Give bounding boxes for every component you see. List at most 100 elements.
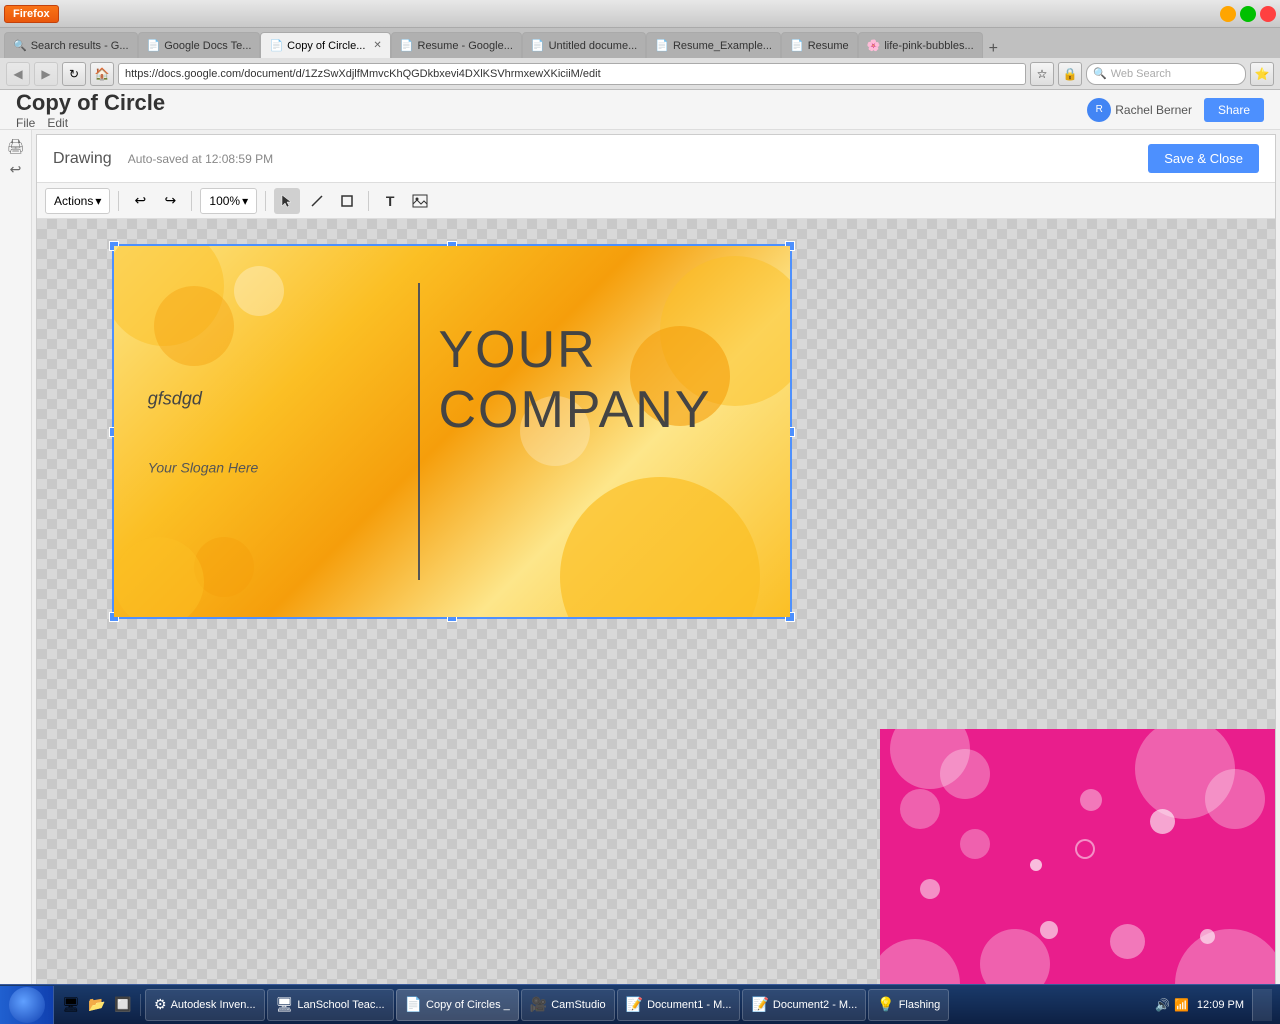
drawing-title: Drawing [53, 150, 112, 168]
line-tool-button[interactable] [304, 188, 330, 214]
tab-google-docs[interactable]: 📄 Google Docs Te... [138, 32, 261, 58]
shape-tool-button[interactable] [334, 188, 360, 214]
tab-label: Resume [808, 40, 849, 52]
toolbar-sep3 [265, 191, 266, 211]
taskbar-label-flashing: Flashing [899, 999, 941, 1011]
nav-icon2[interactable]: ⭐ [1250, 62, 1274, 86]
print-icon[interactable]: 🖨 [7, 138, 25, 155]
undo-button[interactable]: ↩ [127, 188, 153, 214]
your-text: YOUR [438, 320, 711, 380]
tab-favicon: 🔍 [13, 39, 27, 52]
tab-pink-bubbles[interactable]: 🌸 life-pink-bubbles... [858, 32, 983, 58]
tab-label: life-pink-bubbles... [884, 40, 973, 52]
show-desktop-button[interactable] [1252, 989, 1272, 1021]
maximize-button[interactable] [1240, 6, 1256, 22]
menu-edit[interactable]: Edit [47, 116, 68, 130]
quicklaunch-3[interactable]: 🔲 [112, 994, 134, 1016]
new-tab-button[interactable]: + [983, 40, 1004, 58]
search-icon: 🔍 [1093, 67, 1107, 80]
minimize-button[interactable] [1220, 6, 1236, 22]
tab-label: Search results - G... [31, 40, 129, 52]
redo-button[interactable]: ↪ [157, 188, 183, 214]
tab-untitled[interactable]: 📄 Untitled docume... [522, 32, 646, 58]
toolbar-sep4 [368, 191, 369, 211]
bookmark-button[interactable]: ☆ [1030, 62, 1054, 86]
tab-favicon: 🌸 [867, 39, 881, 52]
document-menu: File Edit [16, 116, 165, 130]
refresh-button[interactable]: ↻ [62, 62, 86, 86]
pink-bubble-2 [940, 749, 990, 799]
taskbar-item-circles[interactable]: 📄 Copy of Circles _ [396, 989, 519, 1021]
tab-label: Untitled docume... [549, 40, 638, 52]
business-card-left: gfsdgd Your Slogan Here [148, 388, 259, 475]
select-tool-button[interactable] [274, 188, 300, 214]
tab-resume-example[interactable]: 📄 Resume_Example... [646, 32, 781, 58]
pink-bubble-5 [1205, 769, 1265, 829]
tab-favicon: 📄 [269, 39, 283, 52]
home-button[interactable]: 🏠 [90, 62, 114, 86]
image-icon [412, 194, 428, 208]
zoom-button[interactable]: 100% ▾ [200, 188, 257, 214]
line-icon [310, 194, 324, 208]
taskbar-item-lanschool[interactable]: 🖥 LanSchool Teac... [267, 989, 394, 1021]
tab-resume[interactable]: 📄 Resume - Google... [391, 32, 522, 58]
taskbar-icon-lanschool: 🖥 [276, 996, 294, 1013]
taskbar-icon-circles: 📄 [405, 996, 422, 1013]
image-tool-button[interactable] [407, 188, 433, 214]
taskbar-icon-autodesk: ⚙ [154, 996, 167, 1013]
share-button[interactable]: Share [1204, 98, 1264, 122]
start-orb [9, 987, 45, 1023]
taskbar-label-camstudio: CamStudio [551, 999, 605, 1011]
cursor-icon [280, 194, 294, 208]
undo-doc-icon[interactable]: ↩ [10, 161, 22, 178]
user-name: Rachel Berner [1115, 103, 1192, 117]
avatar: R [1087, 98, 1111, 122]
url-bar[interactable]: https://docs.google.com/document/d/1ZzSw… [118, 63, 1026, 85]
clock-time: 12:09 PM [1197, 999, 1244, 1011]
taskbar-item-autodesk[interactable]: ⚙ Autodesk Inven... [145, 989, 265, 1021]
tab-search-results[interactable]: 🔍 Search results - G... [4, 32, 138, 58]
start-button[interactable] [0, 986, 54, 1024]
forward-button[interactable]: ▶ [34, 62, 58, 86]
text-tool-button[interactable]: T [377, 188, 403, 214]
firefox-button[interactable]: Firefox [4, 5, 59, 23]
close-button[interactable] [1260, 6, 1276, 22]
tab-close-icon[interactable]: ✕ [373, 40, 381, 51]
quicklaunch-2[interactable]: 📂 [86, 994, 108, 1016]
tray-icon-2[interactable]: 📶 [1174, 998, 1189, 1012]
left-toolbar: 🖨 ↩ ▲ [0, 130, 32, 1024]
taskbar-item-camstudio[interactable]: 🎥 CamStudio [521, 989, 615, 1021]
title-bar: Firefox [0, 0, 1280, 28]
pink-bubble-6 [960, 829, 990, 859]
search-bar[interactable]: 🔍 Web Search [1086, 63, 1246, 85]
taskbar-item-doc1[interactable]: 📝 Document1 - M... [617, 989, 741, 1021]
taskbar-item-doc2[interactable]: 📝 Document2 - M... [742, 989, 866, 1021]
save-close-button[interactable]: Save & Close [1148, 144, 1259, 173]
taskbar-label-doc2: Document2 - M... [773, 999, 857, 1011]
tab-copy-of-circle[interactable]: 📄 Copy of Circle... ✕ [260, 32, 390, 58]
url-text: https://docs.google.com/document/d/1ZzSw… [125, 68, 601, 80]
tray-icon-1[interactable]: 🔊 [1155, 998, 1170, 1012]
tab-label: Resume - Google... [418, 40, 513, 52]
bubble-7 [114, 537, 204, 617]
quicklaunch-1[interactable]: 🖥 [60, 994, 82, 1016]
taskbar-icon-camstudio: 🎥 [530, 996, 547, 1013]
business-card-divider [418, 283, 420, 580]
drawing-canvas[interactable]: gfsdgd Your Slogan Here YOUR COMPANY [37, 219, 1275, 1019]
company-name-text: COMPANY [438, 380, 711, 440]
drawing-header: Drawing Auto-saved at 12:08:59 PM Save &… [37, 135, 1275, 183]
back-button[interactable]: ◀ [6, 62, 30, 86]
taskbar-label-circles: Copy of Circles _ [426, 999, 510, 1011]
actions-button[interactable]: Actions ▾ [45, 188, 110, 214]
info-bar: Copy of Circle File Edit R Rachel Berner… [0, 90, 1280, 130]
business-card-image: gfsdgd Your Slogan Here YOUR COMPANY [114, 246, 790, 617]
nav-icon1[interactable]: 🔒 [1058, 62, 1082, 86]
taskbar-icon-doc2: 📝 [751, 996, 768, 1013]
company-text: gfsdgd [148, 388, 259, 409]
taskbar-item-flashing[interactable]: 💡 Flashing [868, 989, 949, 1021]
tab-resume2[interactable]: 📄 Resume [781, 32, 858, 58]
tab-label: Resume_Example... [673, 40, 772, 52]
selected-image[interactable]: gfsdgd Your Slogan Here YOUR COMPANY [112, 244, 792, 619]
search-placeholder: Web Search [1111, 68, 1171, 80]
menu-file[interactable]: File [16, 116, 35, 130]
